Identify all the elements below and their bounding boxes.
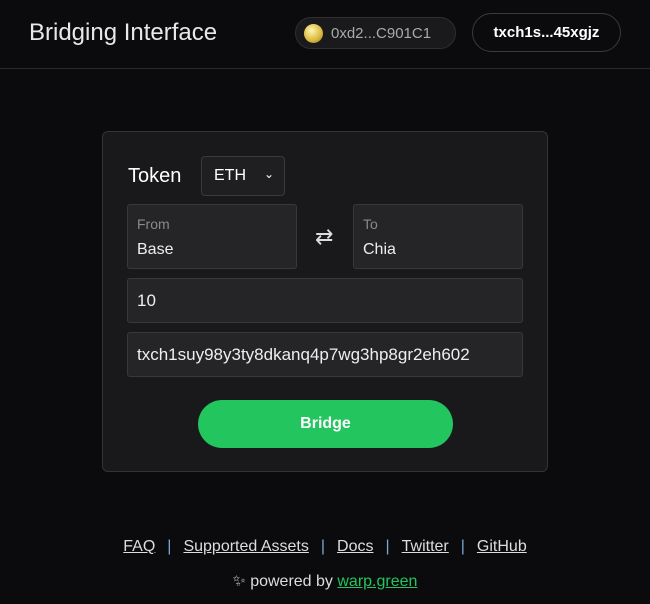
chevron-down-icon: ⌄ xyxy=(263,167,274,181)
footer-links: FAQ | Supported Assets | Docs | Twitter | Gi… xyxy=(0,538,650,556)
header: Bridging Interface 0xd2...C901C1 txch1s.… xyxy=(0,0,650,69)
faq-link[interactable]: FAQ xyxy=(123,538,155,556)
github-link[interactable]: GitHub xyxy=(477,538,527,556)
eth-wallet-address: 0xd2...C901C1 xyxy=(331,24,432,42)
bridge-button[interactable]: Bridge xyxy=(198,400,453,448)
divider: | xyxy=(460,538,465,555)
page-title: Bridging Interface xyxy=(29,19,218,46)
token-label: Token xyxy=(128,165,182,187)
divider: | xyxy=(167,538,172,555)
to-value: Chia xyxy=(363,241,396,258)
twitter-link[interactable]: Twitter xyxy=(402,538,449,556)
coin-icon xyxy=(304,23,323,43)
token-select[interactable]: ETH ⌄ xyxy=(201,156,285,196)
warp-green-link[interactable]: warp.green xyxy=(337,573,417,590)
address-input[interactable]: txch1suy98y3ty8dkanq4p7wg3hp8gr2eh602 xyxy=(127,332,523,377)
divider: | xyxy=(320,538,326,555)
swap-icon[interactable]: ⇄ xyxy=(315,224,333,250)
xch-wallet-button[interactable]: txch1s...45xgjz xyxy=(472,13,621,52)
to-network-select[interactable]: To Chia xyxy=(353,204,523,269)
powered-by: ✨︎ powered by warp.green xyxy=(0,573,650,591)
bridge-card: Token ETH ⌄ From Base ⇄ To Chia 10 txch1s… xyxy=(102,131,548,472)
sparkles-icon: ✨︎ xyxy=(232,573,246,590)
from-label: From xyxy=(137,216,170,232)
token-value: ETH xyxy=(214,167,246,184)
to-label: To xyxy=(363,216,378,232)
amount-input[interactable]: 10 xyxy=(127,278,523,323)
divider: | xyxy=(385,538,390,555)
from-network-select[interactable]: From Base xyxy=(127,204,297,269)
from-value: Base xyxy=(137,241,174,258)
powered-by-text: powered by xyxy=(250,573,333,590)
docs-link[interactable]: Docs xyxy=(337,538,373,556)
eth-wallet-button[interactable]: 0xd2...C901C1 xyxy=(295,17,456,49)
supported-assets-link[interactable]: Supported Assets xyxy=(183,538,308,556)
